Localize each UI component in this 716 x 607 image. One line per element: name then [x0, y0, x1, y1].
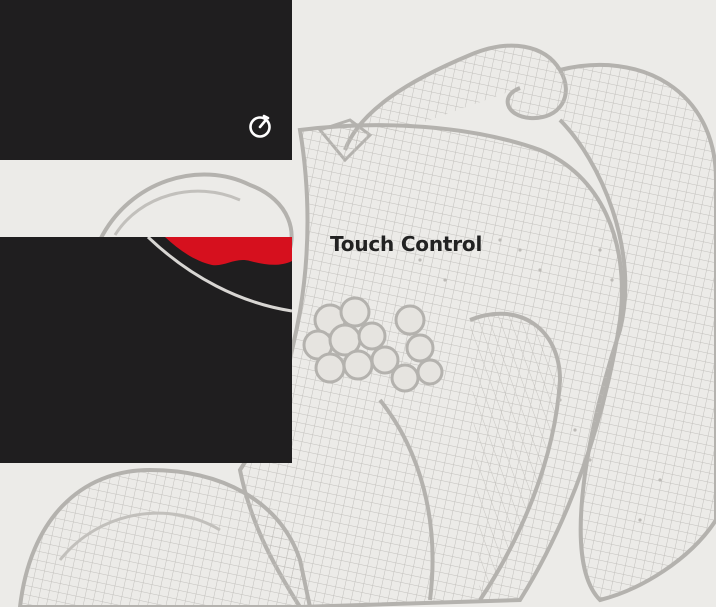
dial-arc-graphic: [146, 237, 292, 313]
media-panel-bottom: [0, 237, 292, 463]
feature-heading: Touch Control: [330, 232, 483, 256]
timer-icon[interactable]: [246, 112, 274, 140]
media-panel-top: [0, 0, 292, 160]
